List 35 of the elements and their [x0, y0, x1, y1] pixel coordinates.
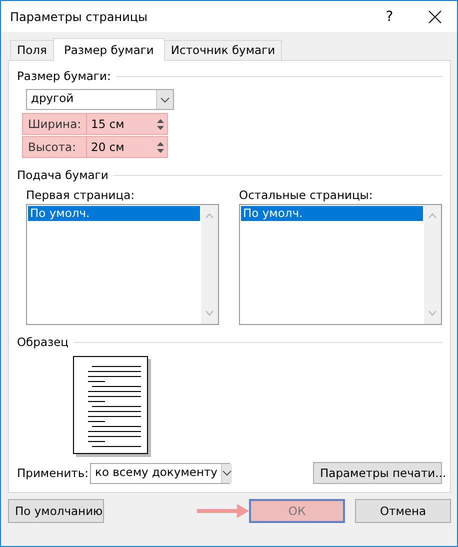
- scroll-down-icon[interactable]: [205, 310, 214, 316]
- spin-up-icon[interactable]: [156, 118, 164, 122]
- group-heading: Размер бумаги:: [17, 69, 111, 83]
- help-button[interactable]: ?: [367, 1, 412, 32]
- apply-dropdown[interactable]: ко всему документу: [90, 462, 230, 484]
- list-label: Первая страница:: [26, 188, 136, 202]
- dialog-button[interactable]: По умолчанию: [8, 499, 104, 523]
- paper-size-dropdown[interactable]: другой: [26, 89, 174, 110]
- tab[interactable]: Размер бумаги: [52, 38, 165, 61]
- pointer-arrow-icon: [197, 504, 249, 518]
- list-label: Остальные страницы:: [239, 188, 374, 202]
- tab[interactable]: Поля: [10, 40, 54, 60]
- tab[interactable]: Источник бумаги: [164, 40, 282, 60]
- scroll-down-icon[interactable]: [428, 310, 437, 316]
- window-title: Параметры страницы: [10, 10, 149, 24]
- spin-field[interactable]: 20 см: [86, 137, 167, 157]
- group-heading: Образец: [17, 335, 69, 349]
- spin-up-icon[interactable]: [156, 142, 164, 146]
- apply-label: Применить:: [17, 466, 85, 480]
- scrollbar[interactable]: [201, 205, 218, 324]
- scroll-up-icon[interactable]: [428, 213, 437, 219]
- scrollbar[interactable]: [424, 205, 441, 324]
- list-item[interactable]: По умолч.: [241, 206, 423, 221]
- dialog-button[interactable]: Отмена: [355, 499, 451, 523]
- scroll-up-icon[interactable]: [205, 213, 214, 219]
- close-icon: [428, 10, 442, 24]
- chevron-down-icon: [222, 470, 232, 476]
- field-label: Ширина:: [28, 117, 82, 131]
- spin-field[interactable]: 15 см: [86, 114, 167, 134]
- spin-down-icon[interactable]: [156, 148, 164, 152]
- list-item[interactable]: По умолч.: [28, 206, 200, 221]
- chevron-down-icon: [160, 96, 170, 102]
- spin-down-icon[interactable]: [156, 126, 164, 130]
- group-heading: Подача бумаги: [17, 168, 108, 182]
- field-label: Высота:: [28, 140, 77, 154]
